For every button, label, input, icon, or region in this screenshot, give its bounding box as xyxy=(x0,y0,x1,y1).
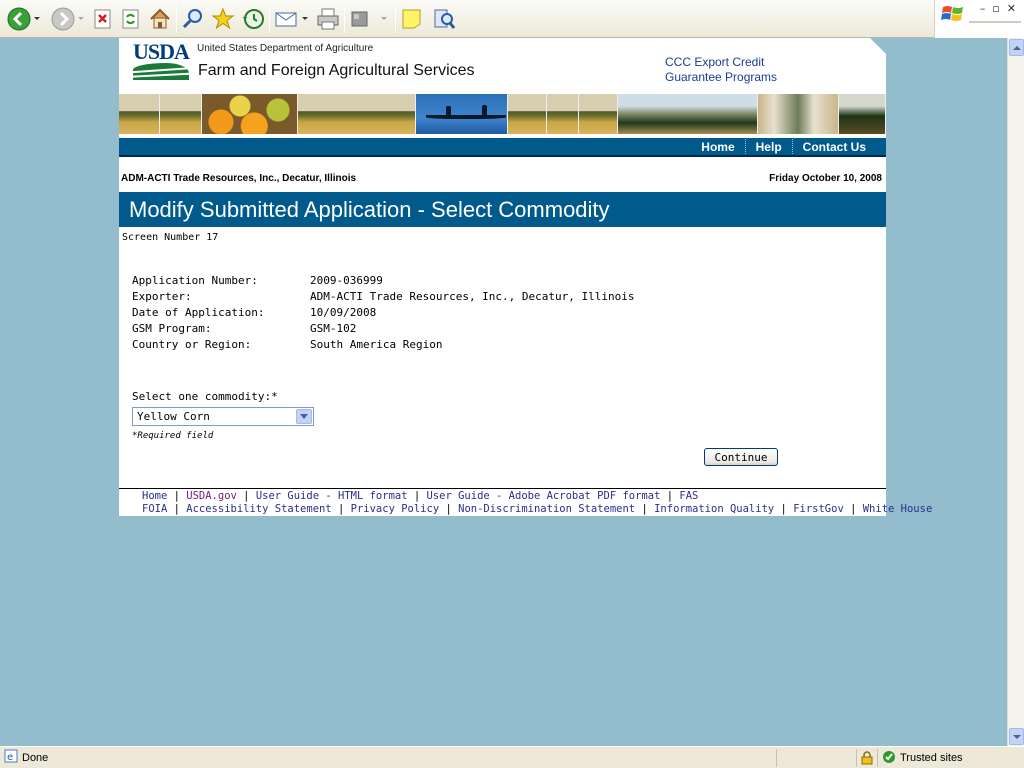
refresh-icon[interactable] xyxy=(120,6,142,32)
info-line: ADM-ACTI Trade Resources, Inc., Decatur,… xyxy=(119,157,886,192)
nav-help-link[interactable]: Help xyxy=(746,140,792,154)
forward-icon[interactable] xyxy=(50,6,76,32)
application-date-value: 10/09/2008 xyxy=(310,306,377,319)
status-text: Done xyxy=(22,751,49,764)
window-control-box: – ▫ ✕ xyxy=(934,0,1024,38)
detail-row-application-number: Application Number: 2009-036999 xyxy=(132,274,635,290)
back-dropdown[interactable] xyxy=(32,6,42,32)
home-icon[interactable] xyxy=(148,6,172,32)
favorites-icon[interactable] xyxy=(211,6,235,32)
application-details: Application Number: 2009-036999 Exporter… xyxy=(132,274,635,354)
banner-image-mountain xyxy=(618,94,758,134)
application-number-value: 2009-036999 xyxy=(310,274,383,287)
edit-dropdown[interactable] xyxy=(379,6,389,32)
banner-image-landscape xyxy=(578,94,619,134)
footer-links-primary: Home | USDA.gov | User Guide - HTML form… xyxy=(142,490,699,502)
footer-link-firstgov[interactable]: FirstGov xyxy=(793,503,844,515)
site-header: USDA United States Department of Agricul… xyxy=(119,38,886,94)
forward-dropdown[interactable] xyxy=(76,6,86,32)
footer-link-foia[interactable]: FOIA xyxy=(142,503,167,515)
scroll-down-button[interactable] xyxy=(1009,728,1024,745)
footer-link-user-guide-html[interactable]: User Guide - HTML format xyxy=(256,490,408,502)
mail-dropdown[interactable] xyxy=(300,6,310,32)
banner-image-landscape xyxy=(160,94,202,134)
footer-link-information-quality[interactable]: Information Quality xyxy=(654,503,774,515)
screen-number: Screen Number 17 xyxy=(122,232,219,243)
exporter-value: ADM-ACTI Trade Resources, Inc., Decatur,… xyxy=(310,290,635,303)
banner-image-canoe xyxy=(416,94,508,134)
footer-link-home[interactable]: Home xyxy=(142,490,167,502)
header-banner xyxy=(119,94,886,134)
trusted-sites-icon xyxy=(882,750,896,767)
detail-row-country: Country or Region: South America Region xyxy=(132,338,635,354)
windows-logo-icon xyxy=(941,4,965,29)
history-icon[interactable] xyxy=(241,6,265,32)
edit-icon[interactable] xyxy=(349,6,371,32)
chevron-down-icon[interactable] xyxy=(296,409,312,424)
svg-text:e: e xyxy=(7,752,13,763)
nav-contact-link[interactable]: Contact Us xyxy=(793,140,876,154)
commodity-label: Select one commodity:* xyxy=(132,390,278,403)
page-title: Modify Submitted Application - Select Co… xyxy=(119,192,886,227)
banner-image-landscape xyxy=(547,94,579,134)
usda-logo[interactable]: USDA xyxy=(133,41,190,80)
scroll-up-button[interactable] xyxy=(1009,39,1024,56)
commodity-selected-value: Yellow Corn xyxy=(137,410,210,423)
banner-image-forest xyxy=(838,94,886,134)
top-nav: Home Help Contact Us xyxy=(119,136,886,157)
agency-name: Farm and Foreign Agricultural Services xyxy=(198,62,475,79)
window-grip xyxy=(969,21,1021,23)
gsm-program-value: GSM-102 xyxy=(310,322,357,335)
security-zone-label: Trusted sites xyxy=(900,752,963,764)
continue-button[interactable]: Continue xyxy=(704,448,778,466)
detail-row-gsm-program: GSM Program: GSM-102 xyxy=(132,322,635,338)
back-icon[interactable] xyxy=(6,6,32,32)
banner-image-farmers xyxy=(758,94,839,134)
detail-row-date: Date of Application: 10/09/2008 xyxy=(132,306,635,322)
banner-image-landscape xyxy=(119,94,161,134)
banner-image-landscape xyxy=(298,94,417,134)
commodity-select[interactable]: Yellow Corn xyxy=(132,407,314,426)
lock-icon xyxy=(856,749,877,767)
search-icon[interactable] xyxy=(181,6,205,32)
banner-image-landscape xyxy=(507,94,548,134)
footer-link-user-guide-pdf[interactable]: User Guide - Adobe Acrobat PDF format xyxy=(427,490,661,502)
program-name: CCC Export Credit Guarantee Programs xyxy=(665,55,778,84)
print-icon[interactable] xyxy=(316,6,340,32)
stop-icon[interactable] xyxy=(92,6,114,32)
research-icon[interactable] xyxy=(432,6,456,32)
nav-home-link[interactable]: Home xyxy=(691,140,744,154)
browser-toolbar: – ▫ ✕ xyxy=(0,0,1024,38)
banner-image-oranges xyxy=(201,94,299,134)
footer-link-usda[interactable]: USDA.gov xyxy=(186,490,237,502)
security-zone[interactable]: Trusted sites xyxy=(877,749,1024,767)
discuss-icon[interactable] xyxy=(400,6,424,32)
footer-link-fas[interactable]: FAS xyxy=(679,490,698,502)
footer-link-accessibility[interactable]: Accessibility Statement xyxy=(186,503,331,515)
required-field-note: *Required field xyxy=(132,431,214,441)
close-button[interactable]: ✕ xyxy=(1007,2,1016,15)
footer-link-white-house[interactable]: White House xyxy=(863,503,933,515)
exporter-header: ADM-ACTI Trade Resources, Inc., Decatur,… xyxy=(121,173,357,184)
footer-link-non-discrimination[interactable]: Non-Discrimination Statement xyxy=(458,503,635,515)
mail-icon[interactable] xyxy=(274,6,300,32)
minimize-button[interactable]: – xyxy=(980,2,986,15)
status-bar: e Done Trusted sites xyxy=(0,746,1024,768)
page-content: USDA United States Department of Agricul… xyxy=(119,38,932,516)
detail-row-exporter: Exporter: ADM-ACTI Trade Resources, Inc.… xyxy=(132,290,635,306)
footer-links-secondary: FOIA | Accessibility Statement | Privacy… xyxy=(142,503,933,515)
footer-link-privacy[interactable]: Privacy Policy xyxy=(351,503,440,515)
department-name: United States Department of Agriculture xyxy=(197,43,374,54)
page-done-icon: e xyxy=(4,749,18,766)
vertical-scrollbar[interactable] xyxy=(1007,38,1024,746)
country-value: South America Region xyxy=(310,338,443,351)
current-date: Friday October 10, 2008 xyxy=(769,173,882,184)
restore-button[interactable]: ▫ xyxy=(992,2,999,15)
